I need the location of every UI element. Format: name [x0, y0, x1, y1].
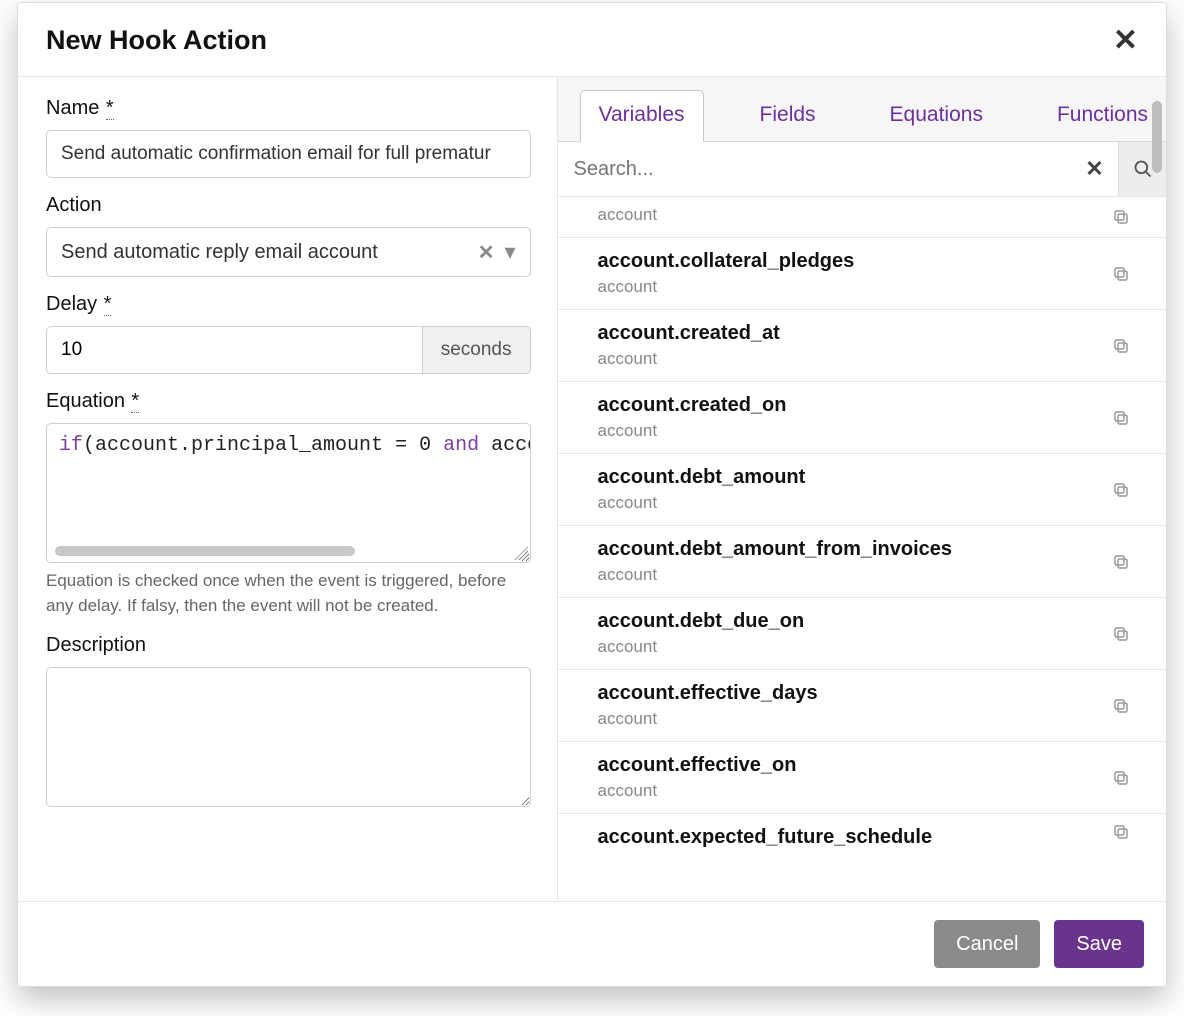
variable-name: account.debt_amount_from_invoices — [598, 538, 1106, 561]
scrollbar-thumb[interactable] — [1152, 101, 1162, 173]
close-button[interactable]: ✕ — [1113, 26, 1138, 56]
variable-context: account — [598, 421, 1106, 441]
label-equation: Equation — [46, 390, 125, 413]
modal-title: New Hook Action — [46, 25, 267, 56]
label-name: Name — [46, 97, 99, 120]
tab-fields[interactable]: Fields — [742, 91, 834, 141]
textarea-equation[interactable]: if(account.principal_amount = 0 and acco… — [46, 423, 531, 563]
delay-row: seconds — [46, 326, 531, 374]
variable-name: account.created_on — [598, 394, 1106, 417]
variable-name: account.expected_future_schedule — [598, 826, 1106, 849]
variable-context: account — [598, 205, 1106, 225]
variable-row[interactable]: account.debt_amount_from_invoicesaccount — [558, 526, 1166, 598]
label-delay: Delay — [46, 293, 97, 316]
variable-name: account.debt_amount — [598, 466, 1106, 489]
field-equation: Equation * if(account.principal_amount =… — [46, 390, 531, 618]
resize-handle-icon[interactable] — [514, 546, 528, 560]
input-delay[interactable] — [46, 326, 422, 374]
variable-row[interactable]: account.debt_amountaccount — [558, 454, 1166, 526]
select-action[interactable]: Send automatic reply email account ✕ ▾ — [46, 227, 531, 277]
equation-help-text: Equation is checked once when the event … — [46, 569, 531, 618]
variable-row[interactable]: account.created_ataccount — [558, 310, 1166, 382]
field-action: Action Send automatic reply email accoun… — [46, 194, 531, 277]
delay-unit: seconds — [422, 326, 531, 374]
variable-row[interactable]: account — [558, 197, 1166, 238]
copy-icon[interactable] — [1112, 553, 1130, 571]
variable-row[interactable]: account.collateral_pledgesaccount — [558, 238, 1166, 310]
label-action: Action — [46, 194, 102, 217]
modal-body: Name * Action Send automatic reply email… — [18, 77, 1166, 901]
variable-name: account.effective_days — [598, 682, 1106, 705]
variable-row[interactable]: account.created_onaccount — [558, 382, 1166, 454]
search-input[interactable] — [558, 142, 1070, 196]
variable-context: account — [598, 781, 1106, 801]
variable-context: account — [598, 709, 1106, 729]
variable-context: account — [598, 349, 1106, 369]
tab-variables[interactable]: Variables — [580, 90, 704, 142]
copy-icon[interactable] — [1112, 208, 1130, 226]
variable-name: account.created_at — [598, 322, 1106, 345]
search-icon — [1133, 159, 1153, 179]
form-pane: Name * Action Send automatic reply email… — [18, 77, 557, 901]
modal-header: New Hook Action ✕ — [18, 3, 1166, 77]
chevron-down-icon[interactable]: ▾ — [504, 239, 515, 265]
variable-context: account — [598, 493, 1106, 513]
variable-name: account.effective_on — [598, 754, 1106, 777]
modal-footer: Cancel Save — [18, 901, 1166, 986]
variable-name: account.collateral_pledges — [598, 250, 1106, 273]
cancel-button[interactable]: Cancel — [934, 920, 1040, 968]
label-description: Description — [46, 634, 146, 657]
copy-icon[interactable] — [1112, 823, 1130, 841]
variable-context: account — [598, 637, 1106, 657]
copy-icon[interactable] — [1112, 337, 1130, 355]
reference-pane: Variables Fields Equations Functions ✕ a… — [557, 77, 1166, 901]
reference-tabs: Variables Fields Equations Functions — [558, 89, 1166, 142]
copy-icon[interactable] — [1112, 697, 1130, 715]
close-icon: ✕ — [1085, 156, 1103, 182]
action-selected-value: Send automatic reply email account — [61, 241, 468, 264]
tab-functions[interactable]: Functions — [1039, 91, 1166, 141]
clear-action-icon[interactable]: ✕ — [478, 240, 495, 265]
required-indicator: * — [131, 390, 139, 413]
variable-row[interactable]: account.effective_onaccount — [558, 742, 1166, 814]
variable-row[interactable]: account.expected_future_schedule — [558, 814, 1166, 849]
search-row: ✕ — [558, 142, 1166, 197]
input-name[interactable] — [46, 130, 531, 178]
copy-icon[interactable] — [1112, 409, 1130, 427]
equation-scrollbar[interactable] — [55, 546, 355, 556]
copy-icon[interactable] — [1112, 625, 1130, 643]
field-delay: Delay * seconds — [46, 293, 531, 374]
variable-name: account.debt_due_on — [598, 610, 1106, 633]
copy-icon[interactable] — [1112, 481, 1130, 499]
save-button[interactable]: Save — [1054, 920, 1144, 968]
tab-equations[interactable]: Equations — [872, 91, 1001, 141]
copy-icon[interactable] — [1112, 769, 1130, 787]
clear-search-button[interactable]: ✕ — [1070, 142, 1118, 196]
field-description: Description — [46, 634, 531, 812]
required-indicator: * — [106, 97, 114, 120]
copy-icon[interactable] — [1112, 265, 1130, 283]
required-indicator: * — [104, 293, 112, 316]
variable-row[interactable]: account.effective_daysaccount — [558, 670, 1166, 742]
field-name: Name * — [46, 97, 531, 178]
close-icon: ✕ — [1113, 24, 1138, 57]
modal-new-hook-action: New Hook Action ✕ Name * Action Send aut… — [17, 2, 1167, 987]
variables-list: accountaccount.collateral_pledgesaccount… — [558, 197, 1166, 901]
textarea-description[interactable] — [46, 667, 531, 807]
variable-row[interactable]: account.debt_due_onaccount — [558, 598, 1166, 670]
variable-context: account — [598, 277, 1106, 297]
variable-context: account — [598, 565, 1106, 585]
